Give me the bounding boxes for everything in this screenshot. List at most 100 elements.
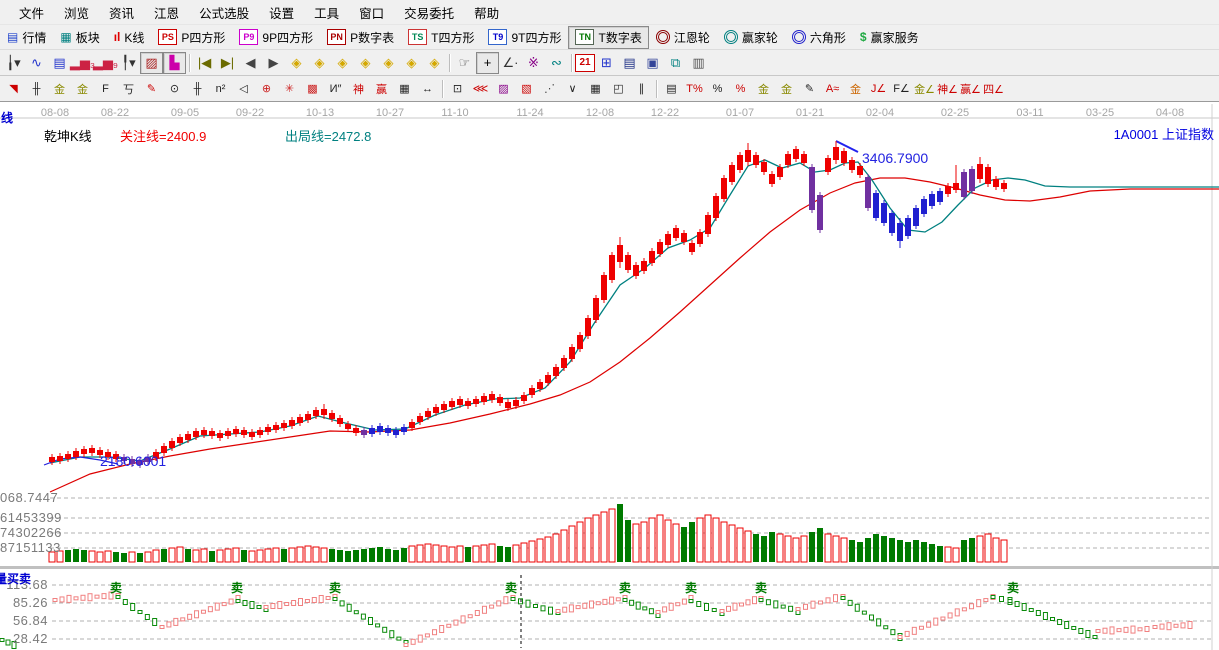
fibonacci-icon[interactable]: F [94,78,117,100]
T四方形-button[interactable]: TST四方形 [401,26,481,49]
diamond-cross-icon[interactable]: ◈ [423,52,446,74]
indicator-name[interactable]: 量买卖 [0,570,31,587]
sell-signal-label: 卖 [329,580,341,595]
a-wave-icon[interactable]: A≈ [821,78,844,100]
menu-2[interactable]: 资讯 [100,0,143,25]
menu-0[interactable]: 文件 [10,0,53,25]
notes-icon[interactable]: ▤ [618,52,641,74]
box-select-icon[interactable]: ⊡ [446,78,469,100]
n-square-icon[interactable]: n² [209,78,232,100]
angle-measure-icon[interactable]: ∠· [499,52,522,74]
cut-tool-icon[interactable]: ◥ [2,78,25,100]
purple-fan-icon[interactable]: ▨ [492,78,515,100]
menu-4[interactable]: 公式选股 [190,0,258,25]
menu-1[interactable]: 浏览 [55,0,98,25]
first-bar-icon[interactable]: |◀ [193,52,216,74]
target-icon[interactable]: ⊕ [255,78,278,100]
zigzag-icon[interactable]: ∨ [561,78,584,100]
f-angle-icon[interactable]: F∠ [890,78,913,100]
angle-mark-icon[interactable]: И″ [324,78,347,100]
candle-style-dropdown[interactable]: ╽▾ [2,52,25,74]
candle-type-dropdown[interactable]: ╿▾ [117,52,140,74]
report-icon[interactable]: ▤ [48,52,71,74]
menu-5[interactable]: 设置 [260,0,303,25]
gold-angle0-icon[interactable]: 金 [844,78,867,100]
ying-angle-icon[interactable]: 赢∠ [959,78,982,100]
t-percent-icon[interactable]: T% [683,78,706,100]
web-grid-icon[interactable]: ▩ [301,78,324,100]
percent-icon[interactable]: % [706,78,729,100]
calculator-icon[interactable]: ⊞ [595,52,618,74]
pattern-icon[interactable]: ▨ [140,52,163,74]
gold-line-icon[interactable]: 金 [48,78,71,100]
gann-charm-icon[interactable]: ※ [522,52,545,74]
scale-icon[interactable]: ▤ [660,78,683,100]
mirror-icon[interactable]: ◁ [232,78,255,100]
width-measure-icon[interactable]: ↔ [416,78,439,100]
ruler-brush-icon[interactable]: ✎ [798,78,821,100]
gold-line2-icon[interactable]: 金 [71,78,94,100]
spiral-icon[interactable]: 丂 [117,78,140,100]
赢家轮-button[interactable]: 赢家轮 [717,26,785,49]
j-angle-icon[interactable]: J∠ [867,78,890,100]
menu-9[interactable]: 帮助 [465,0,508,25]
9T四方形-button[interactable]: T99T四方形 [481,26,568,49]
red-box-fan-icon[interactable]: ▧ [515,78,538,100]
pencil-fan-icon[interactable]: ⋰ [538,78,561,100]
shen-tool-icon[interactable]: 神 [347,78,370,100]
star-web-icon[interactable]: ✳ [278,78,301,100]
last-bar-icon[interactable]: ▶| [216,52,239,74]
赢家服务-button[interactable]: $赢家服务 [853,26,926,49]
gold-angle-icon[interactable]: 金∠ [913,78,936,100]
chart-3-icon[interactable]: ▂▅₃ [71,52,94,74]
diamond-right-icon[interactable]: ◈ [308,52,331,74]
save-icon[interactable]: ▣ [641,52,664,74]
menu-7[interactable]: 窗口 [350,0,393,25]
pane-vertical-tab[interactable]: 线 [1,109,13,126]
pan-hand-icon[interactable]: ☞ [453,52,476,74]
diamond-down-icon[interactable]: ◈ [354,52,377,74]
menu-6[interactable]: 工具 [305,0,348,25]
grid-lines2-icon[interactable]: ╫ [186,78,209,100]
shen-angle-icon[interactable]: 神∠ [936,78,959,100]
gold-levels-icon[interactable]: 金 [775,78,798,100]
circle-ruler-icon[interactable]: ⊙ [163,78,186,100]
diamond-expand-icon[interactable]: ◈ [377,52,400,74]
行情-button[interactable]: ▤行情 [0,26,53,49]
K线-button[interactable]: ılK线 [107,26,152,49]
P数字表-button[interactable]: PNP数字表 [320,26,401,49]
T数字表-button[interactable]: TNT数字表 [568,26,648,49]
grid-corner-icon[interactable]: ◰ [607,78,630,100]
histogram-icon[interactable]: ▙ [163,52,186,74]
menu-3[interactable]: 江恩 [145,0,188,25]
red-fan-icon[interactable]: ⋘ [469,78,492,100]
江恩轮-button[interactable]: 江恩轮 [649,26,717,49]
net-computer-icon[interactable]: ⧉ [664,52,687,74]
percent-lines-icon[interactable]: % [729,78,752,100]
板块-button[interactable]: ▦板块 [53,26,106,49]
parallel-lines-icon[interactable]: ∥ [630,78,653,100]
gold-circle-icon[interactable]: 金 [752,78,775,100]
next-bar-icon[interactable]: ▶ [262,52,285,74]
六角形-button[interactable]: 六角形 [785,26,853,49]
diamond-compress-icon[interactable]: ◈ [400,52,423,74]
diamond-up-icon[interactable]: ◈ [331,52,354,74]
wave-brain-icon[interactable]: ∾ [545,52,568,74]
ruler-123-icon[interactable]: ▦ [393,78,416,100]
crosshair-icon[interactable]: + [476,52,499,74]
diamond-left-icon[interactable]: ◈ [285,52,308,74]
grid-lines-icon[interactable]: ╫ [25,78,48,100]
grid-box-icon[interactable]: ▦ [584,78,607,100]
trend-network-icon[interactable]: ∿ [25,52,48,74]
calendar-21-icon[interactable]: 21 [575,54,595,72]
computer-icon[interactable]: ▥ [687,52,710,74]
9P四方形-button[interactable]: P99P四方形 [232,26,320,49]
P四方形-button[interactable]: PSP四方形 [151,26,232,49]
ying-tool-icon[interactable]: 赢 [370,78,393,100]
si-angle-icon[interactable]: 四∠ [982,78,1005,100]
chart-canvas[interactable]: 卖卖卖卖卖卖卖卖 [0,104,1219,650]
chart-9-icon[interactable]: ▂▅₉ [94,52,117,74]
brush-icon[interactable]: ✎ [140,78,163,100]
menu-8[interactable]: 交易委托 [395,0,463,25]
prev-bar-icon[interactable]: ◀ [239,52,262,74]
